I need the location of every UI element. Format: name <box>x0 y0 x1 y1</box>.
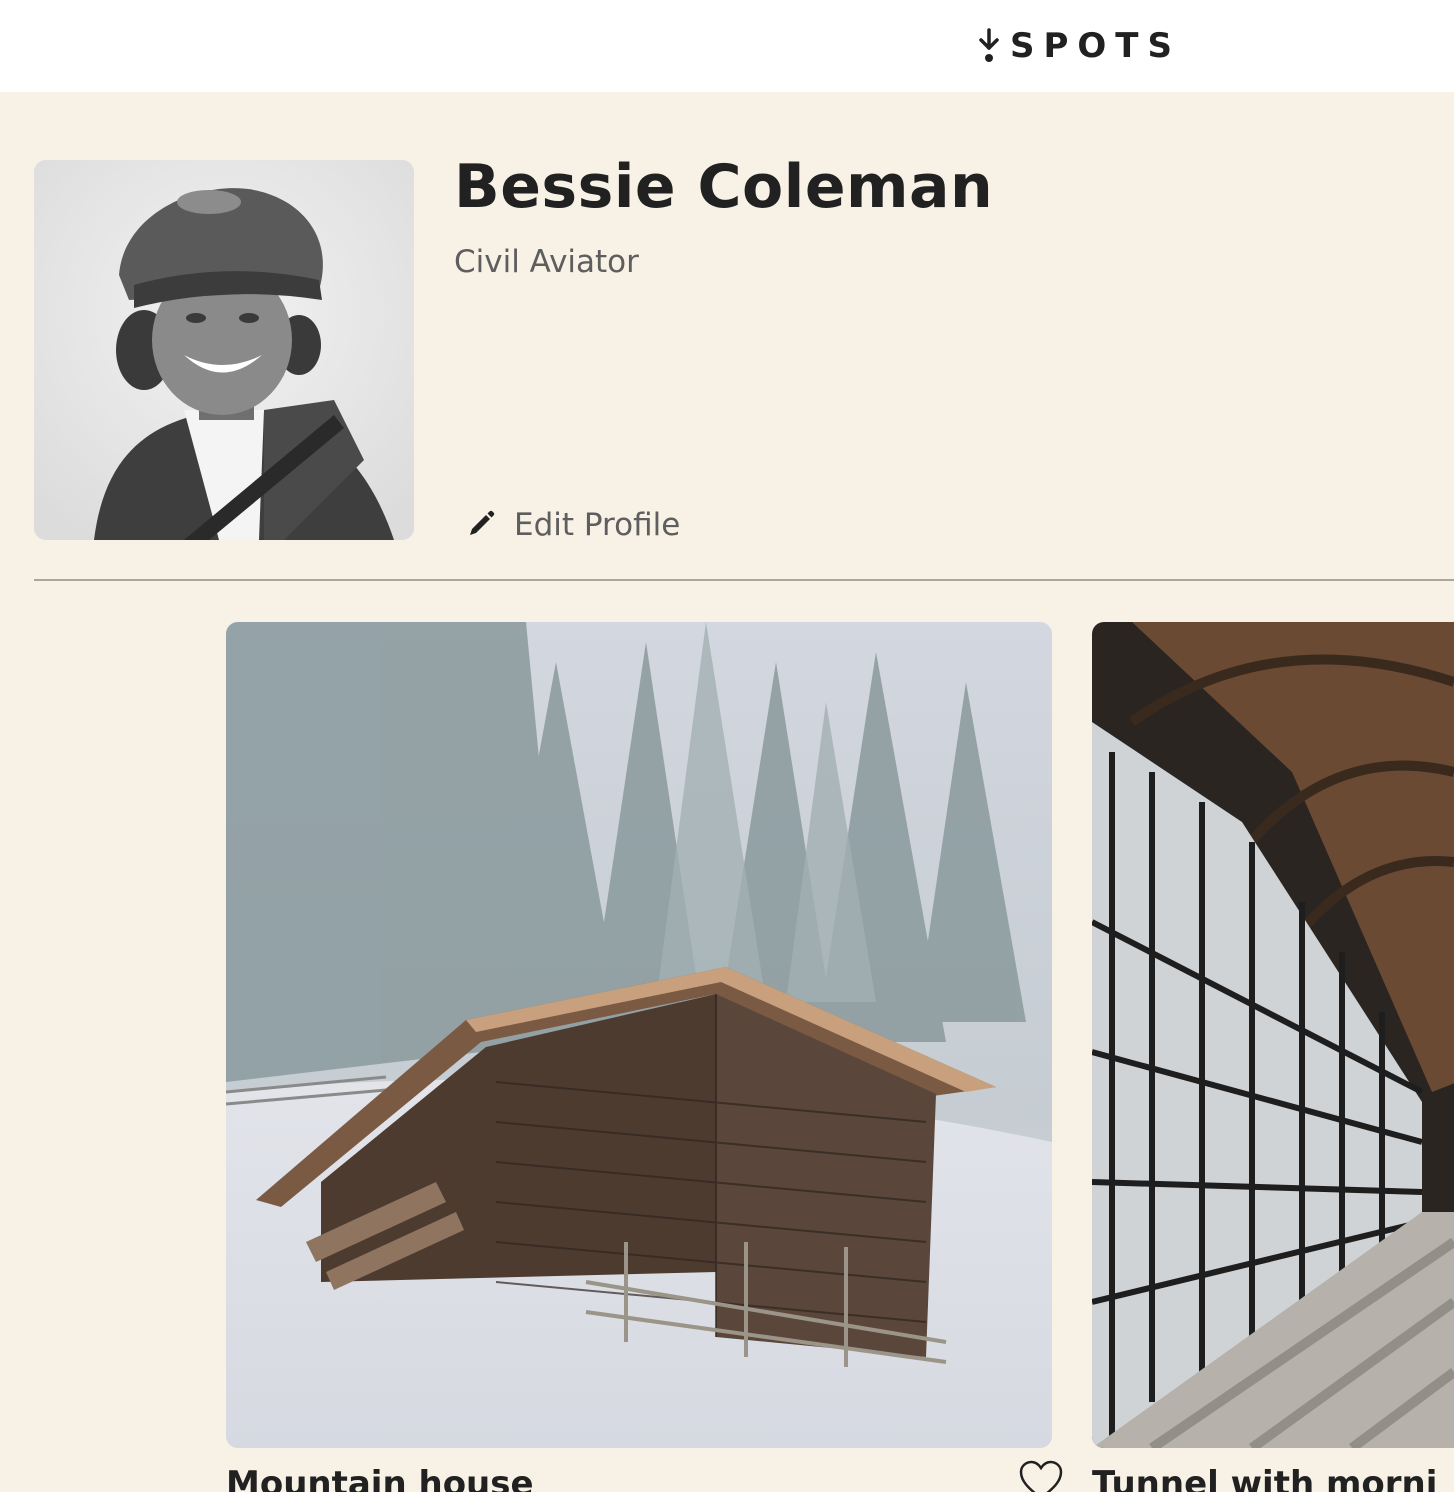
card-title: Tunnel with morni <box>1092 1464 1438 1492</box>
card-title: Mountain house <box>226 1464 534 1492</box>
tunnel-photo[interactable] <box>1092 622 1454 1448</box>
avatar-photo <box>34 160 414 540</box>
edit-profile-button[interactable]: Edit Profile <box>460 500 680 550</box>
logo-text: SPOTS <box>1010 26 1181 66</box>
card: Tunnel with morni <box>1092 622 1454 1492</box>
profile-description: Civil Aviator <box>454 244 639 280</box>
heart-icon <box>1019 1460 1063 1492</box>
spots-logo-icon <box>979 28 999 62</box>
mountain-house-photo[interactable] <box>226 622 1052 1448</box>
edit-profile-label: Edit Profile <box>514 507 681 543</box>
page: SPOTS Bessie Coleman Civil Aviator Edit … <box>0 0 1454 1492</box>
site-header: SPOTS <box>0 0 1454 92</box>
profile-name: Bessie Coleman <box>454 152 994 222</box>
avatar <box>34 160 414 540</box>
logo[interactable]: SPOTS <box>978 26 1181 66</box>
profile-divider <box>34 579 1454 581</box>
card: Mountain house <box>226 622 1063 1492</box>
like-button[interactable] <box>1018 1460 1064 1492</box>
pencil-icon <box>470 510 495 535</box>
